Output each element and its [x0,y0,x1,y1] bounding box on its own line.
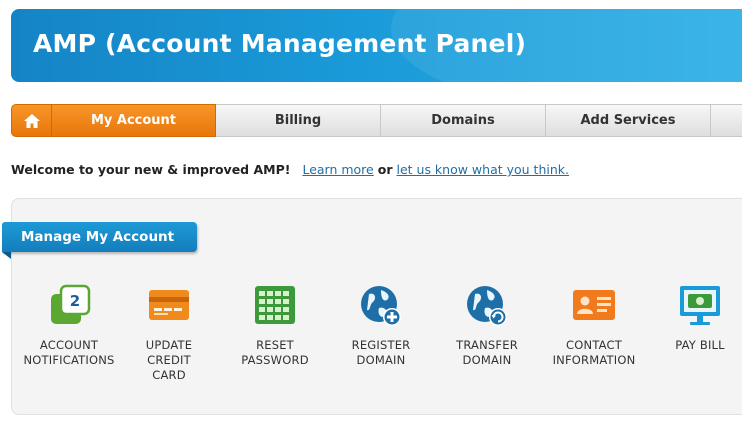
app-header: AMP (Account Management Panel) [11,9,742,82]
reset-password-button[interactable]: Reset Password [220,284,330,368]
reset-password-icon [255,286,295,324]
tab-add-services[interactable]: Add Services [546,104,711,137]
item-label: Pay Bill [675,338,725,352]
panel-title: Manage My Account [2,222,197,252]
main-tabs: My Account Billing Domains Add Services [11,104,742,138]
account-notifications-button[interactable]: 2 Account Notifications [14,284,124,368]
welcome-or: or [377,162,393,177]
tab-home[interactable] [11,104,52,137]
item-label: Contact Information [552,338,636,367]
register-domain-button[interactable]: Register Domain [326,284,436,368]
credit-card-icon [149,290,189,320]
item-label: Update Credit Card [145,338,193,382]
pay-bill-icon [680,286,720,325]
register-domain-icon [361,286,401,326]
home-icon [23,113,40,128]
notification-count-badge: 2 [70,292,80,310]
tab-more[interactable] [711,104,742,137]
page-title: AMP (Account Management Panel) [33,29,527,58]
item-label: Register Domain [351,338,411,367]
item-label: Transfer Domain [456,338,518,367]
pay-bill-button[interactable]: Pay Bill [645,284,742,353]
item-label: Reset Password [241,338,309,367]
welcome-text: Welcome to your new & improved AMP! [11,162,291,177]
item-label: Account Notifications [23,338,115,367]
update-credit-card-button[interactable]: Update Credit Card [114,284,224,383]
notifications-icon: 2 [51,284,91,324]
transfer-domain-icon [467,286,507,326]
tab-billing[interactable]: Billing [216,104,381,137]
contact-card-icon [573,290,615,320]
welcome-message: Welcome to your new & improved AMP! Lear… [11,162,569,177]
contact-information-button[interactable]: Contact Information [539,284,649,368]
tab-domains[interactable]: Domains [381,104,546,137]
feedback-link[interactable]: let us know what you think. [396,162,569,177]
tab-my-account[interactable]: My Account [52,104,216,137]
transfer-domain-button[interactable]: Transfer Domain [432,284,542,368]
ribbon-fold [2,252,11,259]
learn-more-link[interactable]: Learn more [302,162,373,177]
